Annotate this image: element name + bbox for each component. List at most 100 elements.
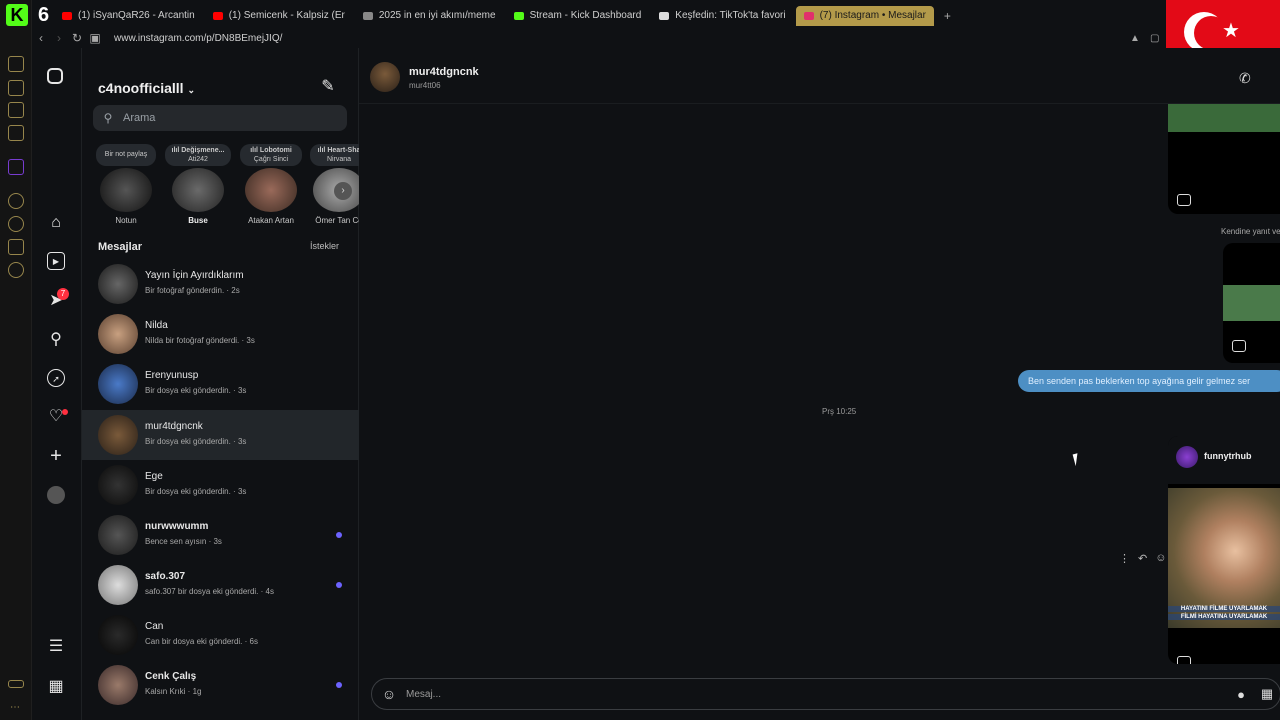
conversation-preview: Can bir dosya eki gönderdi. · 6s: [145, 637, 258, 646]
tab-label: 2025 in en iyi akımı/meme: [378, 10, 496, 21]
explore-icon[interactable]: ➚: [47, 369, 65, 387]
plus-icon[interactable]: +: [47, 446, 65, 466]
snapshot-icon[interactable]: ▢: [1150, 33, 1159, 44]
account-switcher[interactable]: c4noofficialll ⌄: [98, 80, 195, 96]
post-caption-2: FİLMİ HAYATINA UYARLAMAK: [1168, 614, 1280, 620]
search-icon[interactable]: ⚲: [47, 331, 65, 349]
conversation-row[interactable]: mur4tdgncnk Bir dosya eki gönderdin. · 3…: [82, 410, 359, 460]
kick-logo[interactable]: K: [6, 4, 28, 26]
more-icon[interactable]: ⋮: [1119, 552, 1130, 565]
shared-reel[interactable]: [1223, 243, 1280, 363]
news-icon[interactable]: [8, 102, 24, 118]
note-sub: Çağrı Sinci: [253, 156, 289, 163]
conversation-name: Erenyunusp: [145, 370, 199, 381]
conversation-preview: Bir dosya eki gönderdin. · 3s: [145, 437, 247, 446]
url-field[interactable]: www.instagram.com/p/DN8BEmejJIQ/: [114, 33, 282, 44]
message-input[interactable]: Mesaj...: [406, 689, 1228, 700]
tab-meme[interactable]: 2025 in en iyi akımı/meme: [355, 6, 504, 26]
settings-icon[interactable]: [8, 262, 24, 278]
conversation-row[interactable]: Erenyunusp Bir dosya eki gönderdin. · 3s: [82, 359, 359, 409]
tab-tiktok[interactable]: Keşfedin: TikTok'ta favori: [651, 6, 793, 26]
emoji-icon[interactable]: ☺: [1155, 552, 1166, 565]
chat-panel: mur4tdgncnk mur4tt06 ✆ Kendine yanıt ve …: [359, 48, 1280, 720]
tab-label: Keşfedin: TikTok'ta favori: [675, 10, 786, 21]
tab-youtube-1[interactable]: (1) iSyanQaR26 - Arcantin: [54, 6, 203, 26]
tiktok-icon: [659, 12, 670, 20]
message-composer[interactable]: ☺ Mesaj... ● ▦: [371, 678, 1280, 710]
tab-kick[interactable]: Stream - Kick Dashboard: [506, 6, 650, 26]
extensions-icon[interactable]: [8, 239, 24, 255]
instagram-icon[interactable]: [47, 68, 63, 84]
twitch-icon[interactable]: [8, 159, 24, 175]
tab-label: (1) Semicenk - Kalpsiz (Er: [228, 10, 345, 21]
conversation-preview: Nilda bir fotoğraf gönderdi. · 3s: [145, 336, 255, 345]
conversation-name: Yayın İçin Ayırdıklarım: [145, 270, 244, 281]
image-icon[interactable]: ▦: [1254, 686, 1280, 702]
player-icon[interactable]: [8, 125, 24, 141]
speed-dial-icon[interactable]: [8, 56, 24, 72]
conversation-name: nurwwwumm: [145, 521, 209, 532]
emoji-icon[interactable]: ☺: [372, 686, 406, 702]
outgoing-message[interactable]: Ben senden pas beklerken top ayağına gel…: [1018, 370, 1280, 392]
new-tab-button[interactable]: +: [936, 6, 959, 26]
conversation-name: Can: [145, 621, 164, 632]
story-note[interactable]: ılıl Değişmene... Ati242 Buse: [163, 144, 233, 225]
forward-icon[interactable]: ›: [50, 31, 68, 45]
conversation-name: safo.307: [145, 571, 186, 582]
story-note[interactable]: ılıl Lobotomi Çağrı Sinci Atakan Artan: [236, 144, 306, 225]
pin-icon[interactable]: ▲: [1130, 33, 1140, 44]
search-input[interactable]: ⚲ Arama: [93, 105, 347, 131]
avatar: [98, 515, 138, 555]
reels-icon[interactable]: ▶: [47, 252, 65, 270]
reel-icon: [1177, 656, 1191, 664]
shared-reel[interactable]: [1168, 104, 1280, 214]
bag-icon[interactable]: [8, 80, 24, 96]
compose-icon[interactable]: ✎: [318, 76, 338, 96]
tab-instagram[interactable]: (7) Instagram • Mesajlar: [795, 6, 934, 26]
note-text: Bir not paylaş: [104, 151, 148, 158]
microphone-icon[interactable]: ●: [1228, 687, 1254, 702]
instagram-icon: [803, 12, 814, 20]
avatar: [98, 665, 138, 705]
tab-label: Stream - Kick Dashboard: [529, 10, 642, 21]
apps-icon[interactable]: ▦: [47, 678, 65, 696]
note-text: ılıl Lobotomi: [250, 147, 292, 154]
messages-heading: Mesajlar: [98, 241, 143, 253]
conversation-row[interactable]: nurwwwumm Bence sen ayısın · 3s: [82, 510, 359, 560]
chat-title[interactable]: mur4tdgncnk: [409, 66, 479, 78]
conversation-list: c4noofficialll ⌄ ✎ ⚲ Arama Bir not payla…: [82, 48, 368, 720]
play-circle-icon[interactable]: [8, 193, 24, 209]
gx-icon[interactable]: [8, 680, 24, 688]
conversation-row[interactable]: Nilda Nilda bir fotoğraf gönderdi. · 3s: [82, 309, 359, 359]
note-bubble: ılıl Lobotomi Çağrı Sinci: [240, 144, 302, 166]
note-text: ılıl Heart-Sha: [317, 147, 361, 154]
conversation-row[interactable]: safo.307 safo.307 bir dosya eki gönderdi…: [82, 560, 359, 610]
shared-post[interactable]: funnytrhub HAYATINI FİLME UYARLAMAK FİLM…: [1168, 436, 1280, 664]
note-bubble: Bir not paylaş: [96, 144, 156, 166]
post-account: funnytrhub: [1204, 451, 1252, 461]
menu-icon[interactable]: ☰: [47, 638, 65, 656]
conversation-row[interactable]: Can Can bir dosya eki gönderdi. · 6s: [82, 610, 359, 660]
history-icon[interactable]: [8, 216, 24, 232]
star-icon: ★: [1222, 20, 1240, 42]
tab-youtube-2[interactable]: (1) Semicenk - Kalpsiz (Er: [205, 6, 353, 26]
avatar[interactable]: [370, 62, 400, 92]
reload-icon[interactable]: ↻: [68, 31, 86, 45]
requests-link[interactable]: İstekler: [310, 241, 339, 251]
conversation-row[interactable]: Ege Bir dosya eki gönderdin. · 3s: [82, 460, 359, 510]
back-icon[interactable]: ‹: [32, 31, 50, 45]
home-icon[interactable]: ⌂: [47, 214, 65, 232]
conversation-name: Cenk Çalış: [145, 671, 197, 682]
profile-icon[interactable]: [47, 486, 65, 504]
phone-icon[interactable]: ✆: [1239, 70, 1257, 88]
story-name: Buse: [188, 216, 208, 225]
chevron-right-icon[interactable]: ›: [334, 182, 352, 200]
browser-sidebar: K ⋯: [0, 0, 32, 720]
more-icon[interactable]: ⋯: [10, 702, 20, 713]
conversation-name: Nilda: [145, 320, 168, 331]
conversation-row[interactable]: Yayın İçin Ayırdıklarım Bir fotoğraf gön…: [82, 259, 359, 309]
conversation-row[interactable]: Cenk Çalış Kalsın Krıki · 1g: [82, 660, 359, 710]
chat-header: mur4tdgncnk mur4tt06 ✆: [359, 48, 1280, 104]
reply-icon[interactable]: ↶: [1138, 552, 1147, 565]
story-note[interactable]: Bir not paylaş Notun: [91, 144, 161, 225]
